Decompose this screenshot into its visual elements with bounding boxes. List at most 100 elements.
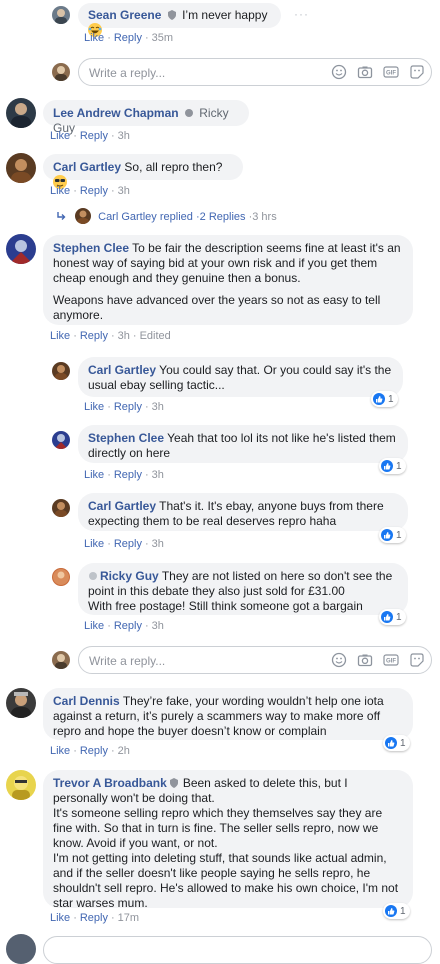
comment-actions: Like · Reply · 3h (50, 130, 130, 142)
comment-text: It's someone selling repro which they th… (53, 806, 383, 850)
like-link[interactable]: Like (50, 330, 70, 342)
thumbs-up-icon (381, 460, 393, 472)
reply-input[interactable]: Write a reply... GIF (78, 646, 432, 674)
reply-link[interactable]: Reply (80, 130, 108, 142)
reply-bubble: Carl Gartley You could say that. Or you … (78, 357, 403, 397)
avatar[interactable] (6, 770, 36, 800)
comment-author[interactable]: Trevor A Broadbank (53, 776, 167, 790)
like-link[interactable]: Like (50, 185, 70, 197)
like-link[interactable]: Like (84, 538, 104, 550)
reply-placeholder: Write a reply... (89, 654, 166, 668)
svg-text:GIF: GIF (386, 659, 396, 665)
avatar[interactable] (6, 234, 36, 264)
thumbs-up-icon (373, 393, 385, 405)
more-options-button[interactable]: ··· (294, 7, 309, 21)
like-link[interactable]: Like (84, 32, 104, 44)
avatar (52, 651, 70, 669)
comment-author[interactable]: Stephen Clee (88, 431, 164, 445)
emoji-icon[interactable] (331, 652, 347, 668)
avatar[interactable] (52, 6, 70, 24)
like-link[interactable]: Like (84, 401, 104, 413)
reaction-count[interactable]: 1 (379, 458, 406, 474)
timestamp[interactable]: 3h (152, 469, 164, 481)
reply-bubble: Carl Gartley That's it. It's ebay, anyon… (78, 493, 408, 531)
reply-link[interactable]: Reply (114, 401, 142, 413)
comment-bubble: Carl Dennis They’re fake, your wording w… (43, 688, 413, 740)
reply-placeholder: Write a reply... (89, 66, 166, 80)
timestamp[interactable]: 2h (118, 745, 130, 757)
thumbs-up-icon (385, 737, 397, 749)
camera-icon[interactable] (357, 64, 373, 80)
comment-author[interactable]: Stephen Clee (53, 241, 129, 255)
comment-author[interactable]: Ricky Guy (100, 569, 159, 583)
comment-actions: Like · Reply · 3h (50, 185, 130, 197)
avatar (6, 934, 36, 964)
reply-input[interactable]: Write a reply... GIF (78, 58, 432, 86)
comment-text: Weapons have advanced over the years so … (53, 293, 381, 322)
gif-icon[interactable]: GIF (383, 64, 399, 80)
timestamp[interactable]: 3h (118, 185, 130, 197)
gif-icon[interactable]: GIF (383, 652, 399, 668)
like-link[interactable]: Like (84, 469, 104, 481)
reaction-count[interactable]: 1 (379, 609, 406, 625)
comment-actions: Like · Reply · 3h (84, 469, 164, 481)
thumbs-up-icon (381, 611, 393, 623)
view-replies-link[interactable]: Carl Gartley replied ·2 Replies ·3 hrs (56, 208, 277, 224)
like-link[interactable]: Like (50, 912, 70, 924)
reply-link[interactable]: Reply (114, 538, 142, 550)
reply-arrow-icon (57, 212, 66, 220)
emoji-icon[interactable] (331, 64, 347, 80)
like-link[interactable]: Like (84, 620, 104, 632)
timestamp[interactable]: 3h (118, 130, 130, 142)
comment-author[interactable]: Carl Dennis (53, 694, 120, 708)
avatar[interactable] (6, 153, 36, 183)
reply-link[interactable]: Reply (80, 745, 108, 757)
thumbs-up-icon (381, 529, 393, 541)
like-link[interactable]: Like (50, 130, 70, 142)
avatar[interactable] (6, 688, 36, 718)
reply-link[interactable]: Reply (114, 469, 142, 481)
timestamp[interactable]: 3h (152, 620, 164, 632)
comment-author[interactable]: Carl Gartley (88, 363, 156, 377)
tagged-badge-icon (89, 572, 97, 580)
svg-text:GIF: GIF (386, 71, 396, 77)
avatar[interactable] (52, 431, 70, 449)
comment-actions: Like · Reply · 3h (84, 401, 164, 413)
timestamp[interactable]: 3h (152, 401, 164, 413)
avatar (52, 63, 70, 81)
timestamp[interactable]: 3h (118, 330, 130, 342)
avatar[interactable] (52, 568, 70, 586)
comment-author[interactable]: Lee Andrew Chapman (53, 106, 179, 120)
reaction-count[interactable]: 1 (379, 527, 406, 543)
edited-label[interactable]: Edited (140, 330, 171, 342)
comment-bubble: Sean Greene I’m never happy (78, 3, 281, 37)
reply-input[interactable] (43, 936, 432, 964)
comment-actions: Like · Reply · 3h · Edited (50, 330, 171, 342)
reply-link[interactable]: Reply (80, 185, 108, 197)
avatar[interactable] (52, 362, 70, 380)
avatar (75, 208, 92, 224)
avatar[interactable] (6, 98, 36, 128)
reply-link[interactable]: Reply (80, 330, 108, 342)
comment-actions: Like · Reply · 17m (50, 912, 140, 924)
reaction-count[interactable]: 1 (371, 391, 398, 407)
comment-author[interactable]: Carl Gartley (88, 499, 156, 513)
sticker-icon[interactable] (409, 64, 425, 80)
comment-author[interactable]: Carl Gartley (53, 160, 121, 174)
comment-actions: Like · Reply · 3h (84, 620, 164, 632)
like-link[interactable]: Like (50, 745, 70, 757)
sticker-icon[interactable] (409, 652, 425, 668)
camera-icon[interactable] (357, 652, 373, 668)
comment-author[interactable]: Sean Greene (88, 8, 161, 22)
reaction-count[interactable]: 1 (383, 903, 410, 919)
shield-badge-icon (167, 10, 176, 20)
avatar[interactable] (52, 499, 70, 517)
comment-bubble: Stephen Clee To be fair the description … (43, 235, 413, 325)
reaction-count[interactable]: 1 (383, 735, 410, 751)
timestamp[interactable]: 17m (118, 912, 139, 924)
reply-link[interactable]: Reply (114, 32, 142, 44)
timestamp[interactable]: 35m (152, 32, 173, 44)
reply-link[interactable]: Reply (80, 912, 108, 924)
reply-link[interactable]: Reply (114, 620, 142, 632)
timestamp[interactable]: 3h (152, 538, 164, 550)
